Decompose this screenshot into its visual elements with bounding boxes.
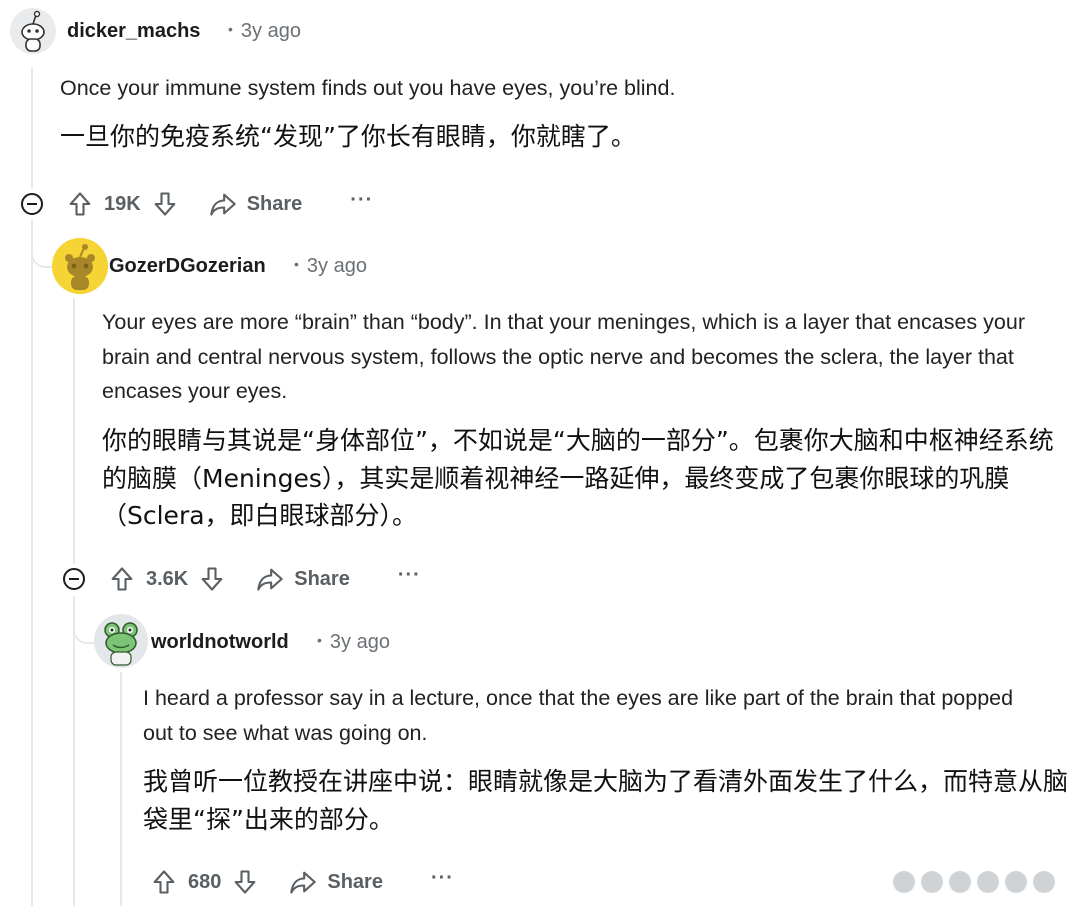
watermark-dot [1033, 871, 1055, 893]
more-options-icon[interactable]: ··· [398, 564, 421, 587]
comment-username[interactable]: GozerDGozerian [109, 255, 266, 278]
comment-body-en: I heard a professor say in a lecture, on… [143, 686, 1014, 745]
more-options-icon[interactable]: ··· [431, 867, 454, 890]
thread-line-3 [120, 672, 122, 906]
comment-username[interactable]: worldnotworld [151, 631, 289, 654]
comment-body-en: Once your immune system finds out you ha… [60, 76, 676, 100]
more-options-icon[interactable]: ··· [350, 189, 373, 212]
comment-timestamp: • 3y ago [294, 255, 367, 277]
vote-count: 19K [104, 192, 141, 215]
comment-timestamp: • 3y ago [228, 20, 301, 42]
avatar[interactable] [94, 614, 148, 668]
thread-line-1 [31, 68, 33, 188]
comment-body-zh: 一旦你的免疫系统“发现”了你长有眼睛，你就瞎了。 [60, 122, 636, 151]
avatar[interactable] [10, 8, 56, 54]
thread-line-2 [73, 298, 75, 564]
share-label: Share [327, 870, 383, 893]
thread-line-1b [31, 220, 33, 906]
comment-body-zh: 我曾听一位教授在讲座中说：眼睛就像是大脑为了看清外面发生了什么，而特意从脑袋里“… [143, 767, 1069, 834]
comment-action-bar: 19K Share ··· [66, 184, 373, 224]
watermark-dot [893, 871, 915, 893]
watermark-dot [1005, 871, 1027, 893]
arrow-up-icon[interactable] [108, 565, 136, 593]
collapse-minus-icon [27, 202, 37, 206]
snoo-avatar-icon [10, 8, 56, 54]
vote-count: 680 [188, 870, 222, 893]
comment-action-bar: 3.6K Share ··· [108, 559, 421, 599]
collapse-thread-button[interactable] [63, 568, 85, 590]
arrow-down-icon[interactable] [198, 565, 226, 593]
frog-avatar-icon [94, 614, 148, 668]
collapse-thread-button[interactable] [21, 193, 43, 215]
vote-count: 3.6K [146, 567, 189, 590]
comment-body-zh: 你的眼睛与其说是“身体部位”，不如说是“大脑的一部分”。包裹你大脑和中枢神经系统… [102, 426, 1054, 530]
snoo-avatar-icon [52, 238, 108, 294]
share-arrow-icon [256, 566, 284, 592]
arrow-down-icon[interactable] [151, 190, 179, 218]
comment-body-en: Your eyes are more “brain” than “body”. … [102, 310, 1025, 403]
share-label: Share [246, 192, 303, 215]
share-button[interactable]: Share [256, 566, 350, 592]
share-arrow-icon [289, 869, 317, 895]
collapse-minus-icon [69, 577, 79, 581]
arrow-down-icon[interactable] [231, 868, 259, 896]
share-label: Share [294, 567, 350, 590]
watermark-dot [949, 871, 971, 893]
comment-username[interactable]: dicker_machs [67, 20, 200, 43]
thread-line-2b [73, 596, 75, 906]
arrow-up-icon[interactable] [150, 868, 178, 896]
comment-action-bar: 680 Share ··· [150, 862, 454, 902]
arrow-up-icon[interactable] [66, 190, 94, 218]
watermark-dot [921, 871, 943, 893]
watermark-dot [977, 871, 999, 893]
comment-timestamp: • 3y ago [317, 631, 390, 653]
share-arrow-icon [209, 191, 237, 217]
share-button[interactable]: Share [289, 869, 383, 895]
share-button[interactable]: Share [209, 191, 303, 217]
avatar[interactable] [52, 238, 108, 294]
